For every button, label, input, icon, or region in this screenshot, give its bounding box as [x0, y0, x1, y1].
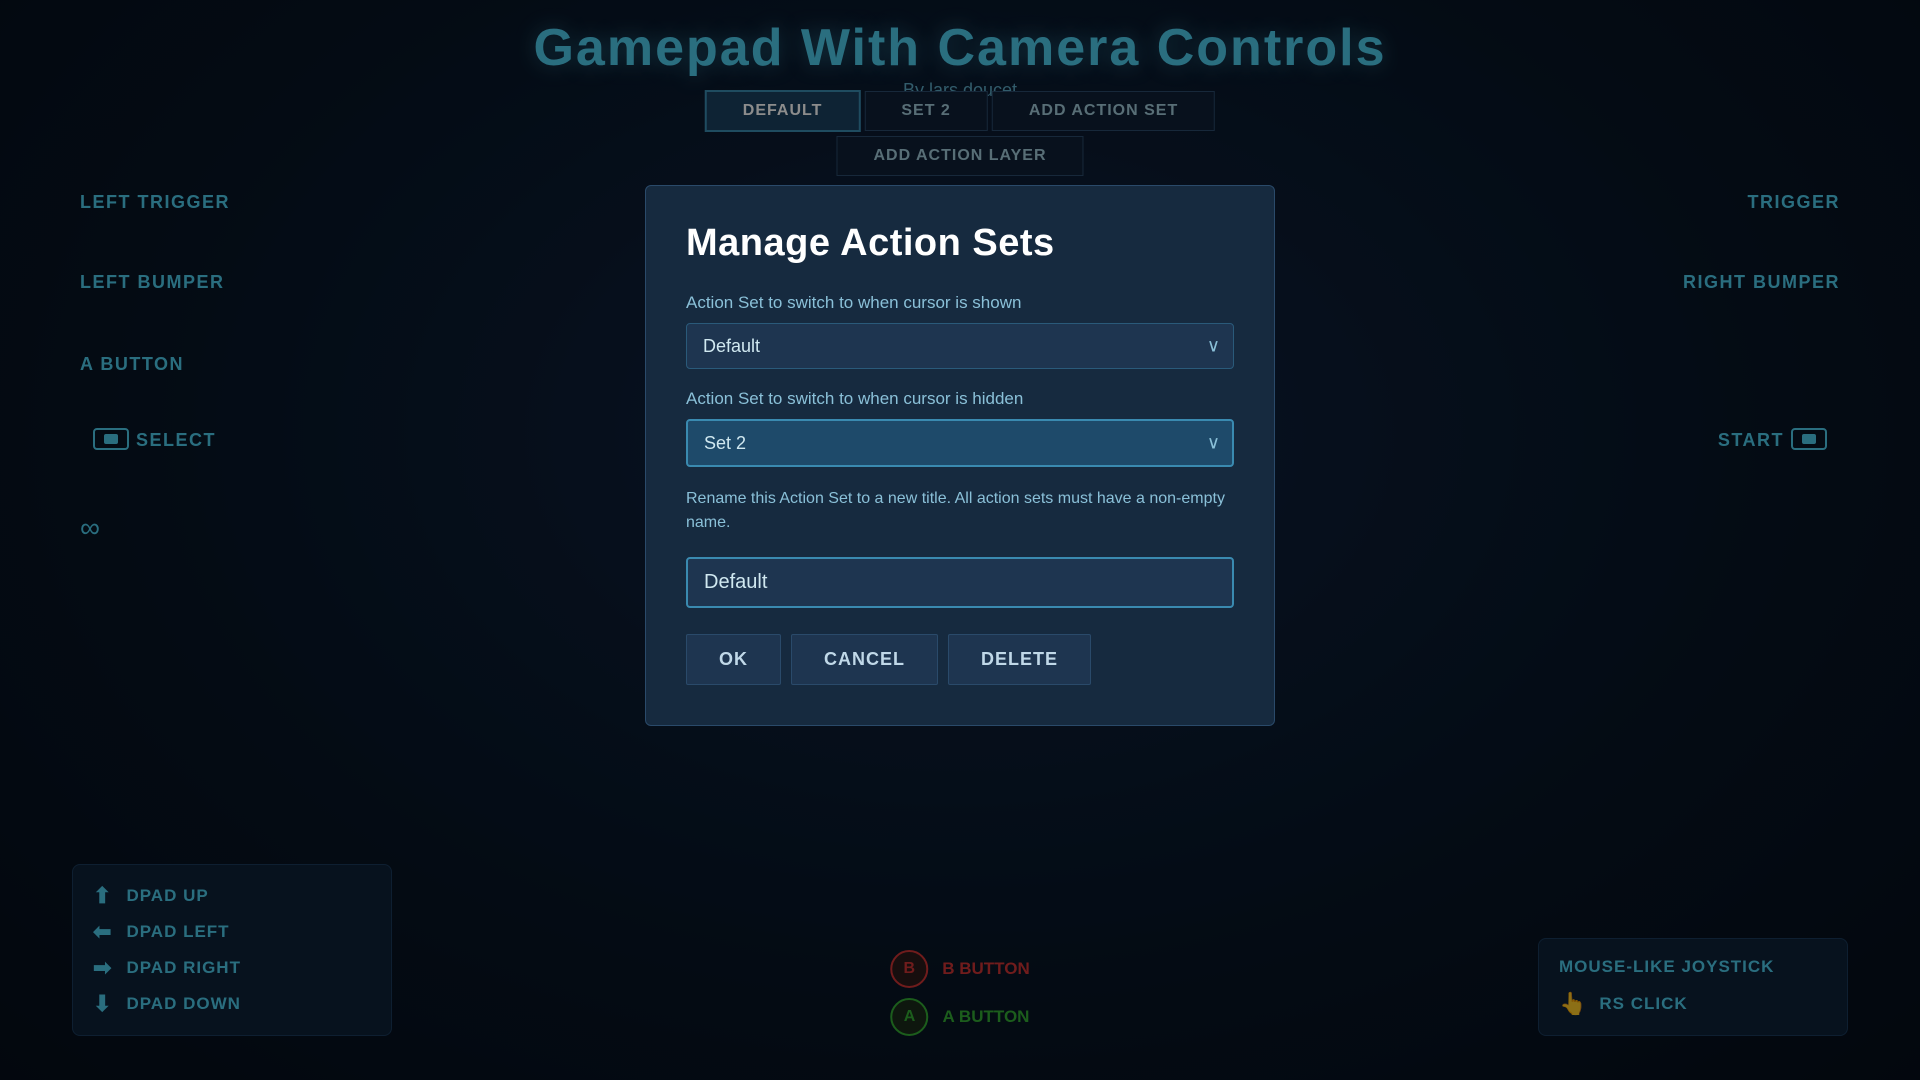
cursor-hidden-select[interactable]: Default Set 2 [686, 419, 1234, 467]
modal-buttons: OK CANCEL DELETE [686, 634, 1234, 685]
delete-button[interactable]: DELETE [948, 634, 1091, 685]
manage-action-sets-modal: Manage Action Sets Action Set to switch … [645, 185, 1275, 726]
cursor-shown-select-wrapper: Default Set 2 ∨ [686, 323, 1234, 369]
cursor-shown-label: Action Set to switch to when cursor is s… [686, 293, 1234, 313]
rename-note: Rename this Action Set to a new title. A… [686, 487, 1234, 535]
cursor-hidden-label: Action Set to switch to when cursor is h… [686, 389, 1234, 409]
ok-button[interactable]: OK [686, 634, 781, 685]
cancel-button[interactable]: CANCEL [791, 634, 938, 685]
action-set-name-input[interactable] [686, 557, 1234, 608]
modal-title: Manage Action Sets [686, 222, 1234, 265]
cursor-shown-select[interactable]: Default Set 2 [686, 323, 1234, 369]
cursor-hidden-select-wrapper: Default Set 2 ∨ [686, 419, 1234, 467]
